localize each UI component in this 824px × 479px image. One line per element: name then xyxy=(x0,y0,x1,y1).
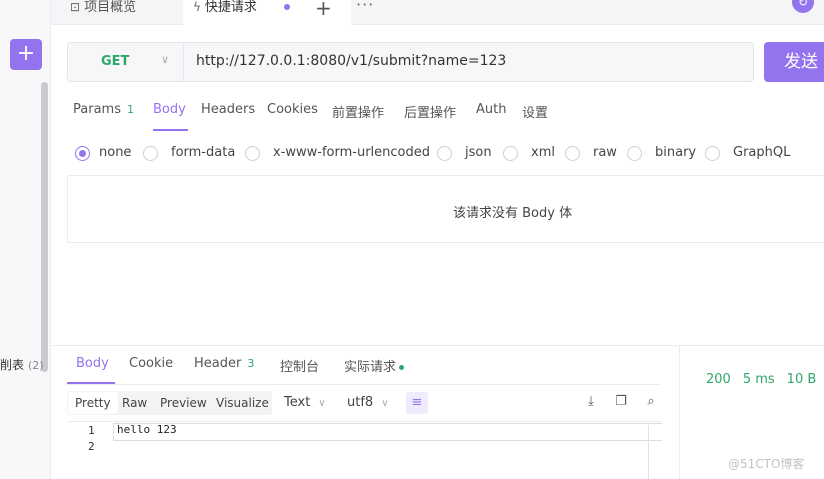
radio-none[interactable]: none xyxy=(75,145,132,161)
response-size: 10 B xyxy=(786,372,817,387)
response-body-text: hello 123 xyxy=(117,423,177,436)
view-preview-button[interactable]: Preview xyxy=(160,391,207,415)
url-input[interactable]: http://127.0.0.1:8080/v1/submit?name=123 xyxy=(196,53,506,69)
empty-body-text: 该请求没有 Body 体 xyxy=(453,206,573,221)
response-status: 200 5 ms 10 B xyxy=(706,372,824,387)
sidebar-list-count: (2) xyxy=(28,359,44,372)
editor-scrollbar[interactable] xyxy=(648,425,661,479)
watermark: @51CTO博客 xyxy=(728,457,805,471)
method-value: GET xyxy=(101,54,130,69)
radio-label: GraphQL xyxy=(733,145,791,160)
radio-label: raw xyxy=(593,145,617,160)
radio-json[interactable]: json xyxy=(437,145,492,161)
tab-project-overview[interactable]: ⊡ 项目概览 xyxy=(70,0,136,25)
header-count-badge: 3 xyxy=(247,357,255,370)
radio-icon xyxy=(565,146,580,161)
chevron-down-icon: ∨ xyxy=(161,53,170,66)
more-tabs-button[interactable]: ··· xyxy=(356,0,374,14)
new-tab-button[interactable]: + xyxy=(315,0,332,20)
response-time: 5 ms xyxy=(742,372,775,387)
radio-icon xyxy=(143,146,158,161)
status-code: 200 xyxy=(706,372,731,387)
response-tab-cookie[interactable]: Cookie xyxy=(129,356,173,371)
format-value: Text xyxy=(284,395,311,410)
copy-icon[interactable]: ❐ xyxy=(612,393,630,411)
radio-label: x-www-form-urlencoded xyxy=(273,145,431,160)
response-tabs-border xyxy=(67,384,661,385)
encoding-value: utf8 xyxy=(347,395,374,410)
chevron-down-icon: ∨ xyxy=(381,398,389,409)
view-raw-button[interactable]: Raw xyxy=(122,391,147,415)
line-number-gutter: 1 2 xyxy=(67,422,103,479)
add-button[interactable]: + xyxy=(10,39,42,70)
view-pretty-button[interactable]: Pretty xyxy=(68,392,118,414)
radio-label: binary xyxy=(655,145,697,160)
sidebar-list-item[interactable]: 削表 (2) xyxy=(0,356,44,373)
radio-icon xyxy=(705,146,720,161)
view-mode-group: Pretty Raw Preview Visualize xyxy=(67,391,272,415)
response-tab-header[interactable]: Header 3 xyxy=(194,356,254,371)
active-tab-underline xyxy=(153,129,188,131)
format-select[interactable]: Text ∨ xyxy=(284,391,326,416)
line-number: 1 xyxy=(88,424,95,437)
tab-label: 项目概览 xyxy=(84,0,137,15)
response-editor[interactable]: 1 2 hello 123 xyxy=(67,421,662,479)
request-bar: GET ∨ http://127.0.0.1:8080/v1/submit?na… xyxy=(67,42,754,82)
radio-form-data[interactable]: form-data xyxy=(143,145,236,161)
sidebar: + 削表 (2) xyxy=(0,0,51,479)
view-visualize-button[interactable]: Visualize xyxy=(216,391,269,415)
status-dot-icon xyxy=(399,365,405,370)
active-line-highlight xyxy=(113,423,662,441)
tab-headers[interactable]: Headers xyxy=(201,102,255,117)
radio-xml[interactable]: xml xyxy=(503,145,555,161)
wrap-lines-icon[interactable]: ≡ xyxy=(406,392,428,414)
tab-params[interactable]: Params 1 xyxy=(73,102,134,117)
sidebar-list-label: 削表 xyxy=(0,358,25,372)
radio-icon xyxy=(245,146,260,161)
radio-checked-icon xyxy=(75,146,90,161)
tab-pre-operations[interactable]: 前置操作 xyxy=(332,102,384,121)
radio-label: none xyxy=(99,145,132,160)
tab-settings[interactable]: 设置 xyxy=(522,102,548,121)
response-tab-body[interactable]: Body xyxy=(76,356,109,371)
line-number: 2 xyxy=(88,440,95,453)
response-tab-console[interactable]: 控制台 xyxy=(280,356,319,375)
encoding-select[interactable]: utf8 ∨ xyxy=(347,391,389,416)
radio-binary[interactable]: binary xyxy=(627,145,697,161)
tab-bar: ⊡ 项目概览 ϟ 快捷请求 + ··· ↻ xyxy=(51,0,824,26)
response-tab-actual-request[interactable]: 实际请求 xyxy=(344,356,405,375)
radio-label: json xyxy=(465,145,492,160)
send-button[interactable]: 发送 xyxy=(764,42,824,82)
radio-label: xml xyxy=(531,145,555,160)
tab-post-operations[interactable]: 后置操作 xyxy=(404,102,456,121)
overview-icon: ⊡ xyxy=(70,0,81,14)
lightning-icon: ϟ xyxy=(193,0,201,14)
method-select[interactable]: GET ∨ xyxy=(68,43,184,81)
unsaved-dot-icon xyxy=(284,4,290,10)
download-icon[interactable]: ⤓ xyxy=(582,393,600,411)
radio-icon xyxy=(503,146,518,161)
empty-body-panel: 该请求没有 Body 体 xyxy=(67,175,824,243)
tab-cookies[interactable]: Cookies xyxy=(267,102,318,117)
chevron-down-icon: ∨ xyxy=(318,398,326,409)
radio-x-www-form-urlencoded[interactable]: x-www-form-urlencoded xyxy=(245,145,431,161)
response-tab-actual-label: 实际请求 xyxy=(344,360,397,375)
radio-icon xyxy=(627,146,642,161)
tab-body[interactable]: Body xyxy=(153,102,186,117)
sidebar-scrollbar[interactable] xyxy=(41,82,48,372)
tab-auth[interactable]: Auth xyxy=(476,102,506,117)
params-count-badge: 1 xyxy=(126,103,134,116)
radio-icon xyxy=(437,146,452,161)
tab-label: 快捷请求 xyxy=(204,0,257,15)
tab-params-label: Params xyxy=(73,102,121,117)
radio-graphql[interactable]: GraphQL xyxy=(705,145,791,161)
search-icon[interactable]: ⌕ xyxy=(642,393,660,411)
radio-label: form-data xyxy=(171,145,236,160)
response-tab-header-label: Header xyxy=(194,356,242,371)
radio-raw[interactable]: raw xyxy=(565,145,617,161)
refresh-icon[interactable]: ↻ xyxy=(792,0,814,13)
